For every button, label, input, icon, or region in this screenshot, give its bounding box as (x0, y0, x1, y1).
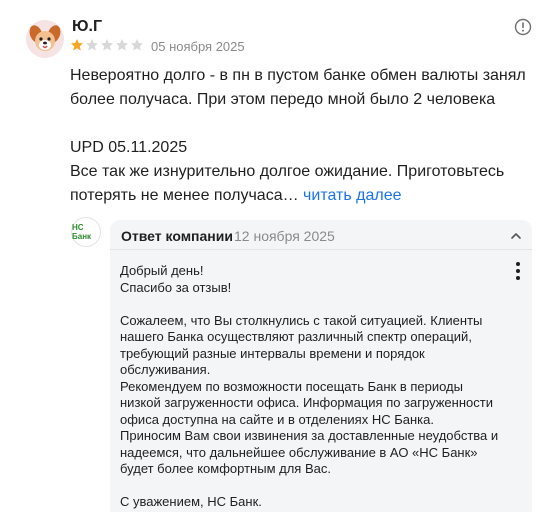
reply-blank-line (120, 296, 505, 313)
reply-title: Ответ компании (121, 228, 233, 244)
review-update-title: UPD 05.11.2025 (70, 139, 188, 156)
reply-date: 12 ноября 2025 (234, 228, 335, 244)
review-update-text: Все так же изнурительно долгое ожидание.… (70, 163, 505, 204)
review-date: 05 ноября 2025 (151, 39, 245, 54)
star-empty-icon (131, 39, 143, 51)
reply-body: Добрый день! Спасибо за отзыв! Сожалеем, ч… (120, 263, 505, 511)
company-reply: Ответ компании 12 ноября 2025 Добрый ден… (110, 220, 532, 512)
reply-line: С уважением, НС Банк. (120, 494, 262, 509)
star-empty-icon (101, 39, 113, 51)
reply-line: Спасибо за отзыв! (120, 279, 232, 295)
reply-line: Рекомендуем по возможности посещать Банк… (120, 378, 493, 427)
review-paragraph: Невероятно долго - в пн в пустом банке о… (70, 67, 526, 108)
reply-blank-line (120, 478, 505, 495)
star-empty-icon (116, 39, 128, 51)
read-more-link[interactable]: читать далее (303, 187, 401, 204)
review-text: Невероятно долго - в пн в пустом банке о… (70, 64, 530, 208)
reply-line: Сожалеем, что Вы столкнулись с такой сит… (120, 312, 483, 378)
reply-line: Приносим Вам свои извинения за доставлен… (120, 428, 499, 476)
star-empty-icon (86, 39, 98, 51)
star-filled-icon (71, 39, 83, 51)
reply-header[interactable]: Ответ компании 12 ноября 2025 (110, 220, 532, 250)
company-logo: НС Банк (71, 217, 101, 247)
reply-line: Добрый день! (120, 263, 204, 278)
rating-stars (70, 38, 144, 52)
review-update-body: Все так же изнурительно долгое ожидание.… (70, 160, 530, 208)
chevron-up-icon[interactable] (510, 229, 522, 241)
review-author[interactable]: Ю.Г (72, 18, 102, 36)
more-vertical-icon[interactable] (515, 262, 521, 280)
dog-avatar-icon[interactable] (26, 20, 64, 58)
info-icon[interactable] (514, 18, 532, 36)
